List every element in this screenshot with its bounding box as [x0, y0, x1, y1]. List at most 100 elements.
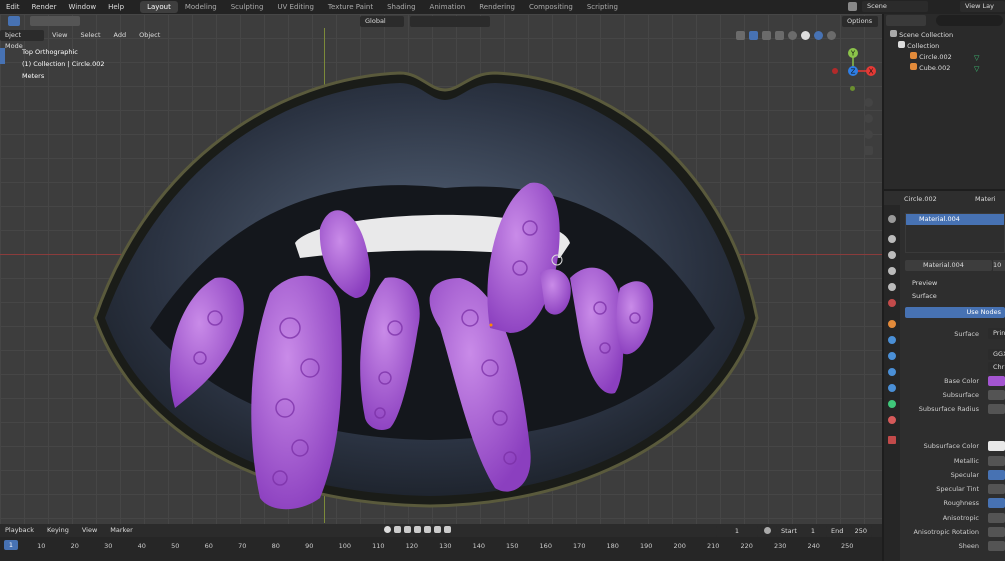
playback-controls — [384, 526, 451, 533]
current-frame-field[interactable]: 1 — [716, 526, 758, 537]
property-value-field[interactable] — [988, 404, 1005, 414]
tab-rendering[interactable]: Rendering — [472, 1, 522, 13]
tab-compositing[interactable]: Compositing — [522, 1, 580, 13]
preview-panel-header[interactable]: Preview — [912, 279, 937, 287]
prev-key-icon[interactable] — [404, 526, 411, 533]
camera-icon[interactable] — [864, 130, 873, 139]
distribution-selector[interactable]: GGX — [988, 349, 1005, 360]
surface-shader-selector[interactable]: Princ — [988, 328, 1005, 339]
options-button[interactable]: Options — [842, 16, 878, 27]
tab-texture-paint[interactable]: Texture Paint — [321, 1, 380, 13]
property-value-field[interactable] — [988, 513, 1005, 523]
viewport-shading-controls[interactable] — [736, 31, 876, 41]
outliner-item-circle[interactable]: Circle.002 — [910, 52, 952, 63]
view-layer-tab-icon[interactable] — [888, 267, 896, 275]
scene-icon[interactable] — [848, 2, 857, 13]
tab-sculpting[interactable]: Sculpting — [224, 1, 271, 13]
toolbar-edge-tab[interactable] — [0, 48, 5, 64]
tool-tab-icon[interactable] — [888, 215, 896, 223]
scene-selector[interactable]: Scene — [862, 1, 928, 12]
select-menu[interactable]: Select — [75, 30, 105, 41]
tab-uv-editing[interactable]: UV Editing — [270, 1, 321, 13]
subsurface-method-selector[interactable]: Chris — [988, 362, 1005, 373]
property-value-field[interactable] — [988, 456, 1005, 466]
property-value-field[interactable] — [988, 376, 1005, 386]
timeline-tick-label: 70 — [238, 542, 247, 550]
data-tab-icon[interactable] — [888, 400, 896, 408]
props-material-tab[interactable]: Materi — [975, 194, 1005, 205]
start-frame-field[interactable]: Start 1 — [776, 526, 820, 537]
viewport-toolbar: bject Mode View Select Add Object — [0, 30, 168, 50]
menu-help[interactable]: Help — [102, 0, 130, 14]
end-frame-field[interactable]: End 250 — [826, 526, 872, 537]
scene-tab-icon[interactable] — [888, 283, 896, 291]
scene-collection-row[interactable]: Scene Collection — [890, 30, 953, 41]
timeline-tick-label: 240 — [807, 542, 820, 550]
material-name-field[interactable]: Material.004 — [905, 260, 992, 271]
tab-scripting[interactable]: Scripting — [580, 1, 625, 13]
physics-tab-icon[interactable] — [888, 368, 896, 376]
selection-mode-icons[interactable] — [30, 16, 80, 26]
mesh-data-icon-2[interactable]: ▽ — [974, 65, 979, 73]
material-users-count[interactable]: 10 — [993, 260, 1005, 271]
view-layer-selector[interactable]: View Lay — [960, 1, 1005, 12]
texture-tab-icon[interactable] — [888, 436, 896, 444]
playback-menu[interactable]: Playback — [0, 525, 39, 536]
object-menu[interactable]: Object — [134, 30, 165, 41]
modifier-tab-icon[interactable] — [888, 336, 896, 344]
render-tab-icon[interactable] — [888, 235, 896, 243]
props-object-name: Circle.002 — [904, 195, 937, 203]
outliner-item-cube[interactable]: Cube.002 — [910, 63, 950, 74]
property-value-field[interactable] — [988, 527, 1005, 537]
jump-start-icon[interactable] — [394, 526, 401, 533]
outliner-search-input[interactable] — [936, 15, 1003, 26]
timeline-view-menu[interactable]: View — [77, 525, 102, 536]
timeline-tick-label: 10 — [37, 542, 46, 550]
world-tab-icon[interactable] — [888, 299, 896, 307]
menu-edit[interactable]: Edit — [0, 0, 26, 14]
play-reverse-icon[interactable] — [414, 526, 421, 533]
jump-end-icon[interactable] — [444, 526, 451, 533]
menu-window[interactable]: Window — [62, 0, 102, 14]
object-tab-icon[interactable] — [888, 320, 896, 328]
add-menu[interactable]: Add — [109, 30, 132, 41]
tab-layout[interactable]: Layout — [140, 1, 178, 13]
tab-animation[interactable]: Animation — [423, 1, 473, 13]
property-value-field[interactable] — [988, 470, 1005, 480]
snapping-controls[interactable] — [410, 16, 490, 27]
select-tool-icon[interactable] — [8, 16, 20, 26]
view-menu[interactable]: View — [47, 30, 72, 41]
grid-icon[interactable] — [864, 146, 873, 155]
property-value-field[interactable] — [988, 390, 1005, 400]
play-icon[interactable] — [424, 526, 431, 533]
record-icon[interactable] — [384, 526, 391, 533]
tab-shading[interactable]: Shading — [380, 1, 422, 13]
tab-modeling[interactable]: Modeling — [178, 1, 224, 13]
frame-indicator[interactable]: 1 — [4, 540, 18, 550]
mesh-data-icon[interactable]: ▽ — [974, 54, 979, 62]
editor-type-icon[interactable] — [886, 15, 926, 26]
pan-hand-icon[interactable] — [864, 114, 873, 123]
property-value-field[interactable] — [988, 484, 1005, 494]
material-tab-icon[interactable] — [888, 416, 896, 424]
property-value-field[interactable] — [988, 541, 1005, 551]
mode-selector[interactable]: bject Mode — [0, 30, 44, 50]
keying-menu[interactable]: Keying — [42, 525, 74, 536]
gizmo-neg-y[interactable] — [850, 86, 855, 91]
property-value-field[interactable] — [988, 441, 1005, 451]
particles-tab-icon[interactable] — [888, 352, 896, 360]
marker-menu[interactable]: Marker — [105, 525, 137, 536]
output-tab-icon[interactable] — [888, 251, 896, 259]
constraints-tab-icon[interactable] — [888, 384, 896, 392]
next-key-icon[interactable] — [434, 526, 441, 533]
property-label: Roughness — [943, 499, 979, 507]
unit-info: Meters — [22, 72, 45, 80]
zoom-icon[interactable] — [864, 98, 873, 107]
collection-row[interactable]: Collection — [898, 41, 939, 52]
property-value-field[interactable] — [988, 498, 1005, 508]
use-nodes-button[interactable]: Use Nodes — [905, 307, 1005, 318]
orientation-selector[interactable]: Global — [360, 16, 404, 27]
outliner-panel: Scene Collection Collection Circle.002 C… — [884, 14, 1005, 189]
menu-render[interactable]: Render — [26, 0, 63, 14]
surface-panel-header[interactable]: Surface — [912, 292, 937, 300]
